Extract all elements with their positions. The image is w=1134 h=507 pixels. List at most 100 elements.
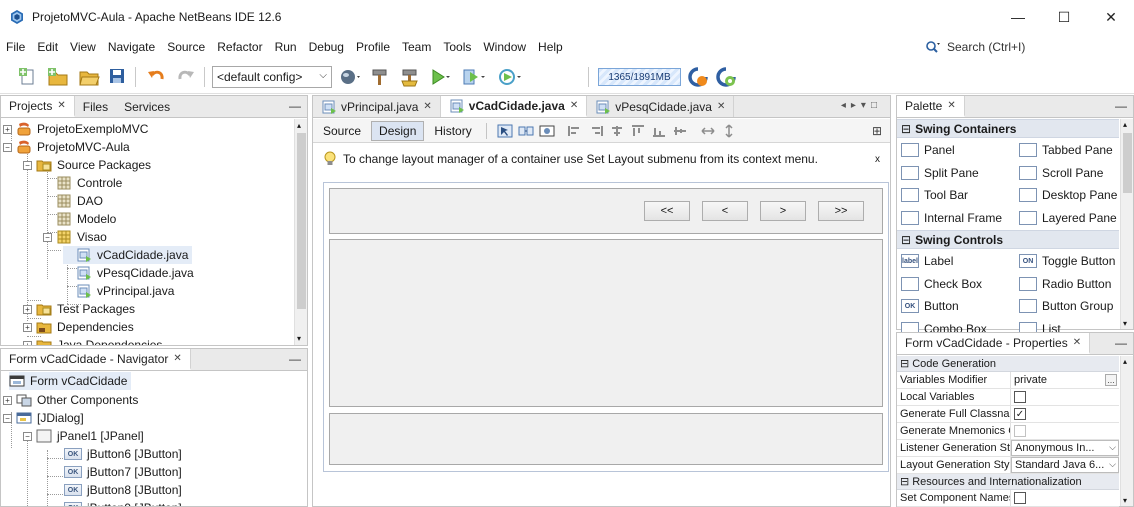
palette-item-toggle-button[interactable]: ON Toggle Button (1019, 250, 1115, 272)
palette-toggle-icon[interactable]: ⊞ (872, 124, 882, 138)
nav-item-jbutton6[interactable]: OK jButton6 [JButton] (51, 445, 182, 463)
previous-record-button[interactable]: < (702, 201, 748, 221)
property-generate-full-classnam[interactable]: Generate Full Classnam ✓ (897, 406, 1119, 423)
tree-item-vpesqcidade[interactable]: vPesqCidade.java (63, 264, 194, 282)
palette-item-split-pane[interactable]: Split Pane (901, 162, 979, 184)
expand-icon[interactable]: + (3, 124, 12, 134)
menu-view[interactable]: View (64, 40, 102, 54)
minimize-panel-button[interactable]: — (1115, 99, 1127, 113)
menu-run[interactable]: Run (269, 40, 303, 54)
close-tab-icon[interactable]: ✕ (423, 101, 431, 112)
tree-item-dependencies[interactable]: + Dependencies (23, 318, 134, 336)
tree-item-test-packages[interactable]: + Test Packages (23, 300, 135, 318)
config-selector[interactable]: <default config> ⌵ (212, 66, 332, 88)
expand-icon[interactable]: + (23, 340, 32, 345)
palette-item-scroll-pane[interactable]: Scroll Pane (1019, 162, 1103, 184)
menu-file[interactable]: File (0, 40, 31, 54)
tab-projects[interactable]: Projects ✕ (1, 96, 75, 117)
align-bottom-icon[interactable] (651, 124, 667, 138)
expand-icon[interactable]: + (23, 304, 32, 314)
property-value[interactable]: ✓ (1011, 406, 1119, 422)
property-value[interactable] (1011, 389, 1119, 405)
navigation-panel[interactable]: << < > >> (329, 188, 883, 234)
clean-and-build-button[interactable] (398, 65, 422, 89)
view-history-button[interactable]: History (426, 121, 479, 141)
edit-ellipsis-button[interactable]: … (1105, 374, 1117, 386)
maximize-button[interactable]: ☐ (1041, 0, 1087, 34)
checkbox-checked[interactable]: ✓ (1014, 408, 1026, 420)
property-local-variables[interactable]: Local Variables (897, 389, 1119, 406)
minimize-button[interactable]: — (995, 0, 1041, 34)
palette-section-swing-containers[interactable]: ⊟ Swing Containers (897, 119, 1119, 138)
actions-panel[interactable] (329, 413, 883, 465)
close-tab-icon[interactable]: ✕ (1073, 337, 1081, 348)
scroll-down-arrow-icon[interactable]: ▾ (1123, 319, 1127, 328)
property-value[interactable]: Anonymous In... ⌵ (1011, 440, 1119, 456)
editor-tab-vpesqcidade-java[interactable]: vPesqCidade.java ✕ (587, 96, 735, 117)
menu-navigate[interactable]: Navigate (102, 40, 161, 54)
palette-section-swing-controls[interactable]: ⊟ Swing Controls (897, 230, 1119, 249)
nav-item-other-components[interactable]: + Other Components (3, 391, 138, 409)
tree-item-projetoexemplomvc[interactable]: + ProjetoExemploMVC (3, 120, 148, 138)
tab-services[interactable]: Services (116, 96, 178, 117)
next-record-button[interactable]: > (760, 201, 806, 221)
menu-debug[interactable]: Debug (303, 40, 350, 54)
menu-profile[interactable]: Profile (350, 40, 396, 54)
nav-item-jpanel1[interactable]: − jPanel1 [JPanel] (23, 427, 144, 445)
checkbox[interactable] (1014, 391, 1026, 403)
tree-item-vcadcidade[interactable]: vCadCidade.java (63, 246, 193, 264)
collapse-icon[interactable]: − (3, 413, 12, 423)
property-value[interactable]: Standard Java 6... ⌵ (1011, 457, 1119, 473)
align-left-icon[interactable] (567, 124, 583, 138)
vertical-resize-icon[interactable] (721, 123, 737, 138)
first-record-button[interactable]: << (644, 201, 690, 221)
tree-item-vprincipal[interactable]: vPrincipal.java (63, 282, 174, 300)
last-record-button[interactable]: >> (818, 201, 864, 221)
property-generate-mnemonics-c[interactable]: Generate Mnemonics C (897, 423, 1119, 440)
center-horizontal-icon[interactable] (609, 124, 625, 138)
save-all-button[interactable] (106, 65, 130, 89)
minimize-panel-button[interactable]: — (289, 99, 301, 113)
close-tab-icon[interactable]: ✕ (947, 100, 955, 111)
run-button[interactable] (428, 65, 452, 89)
center-vertical-icon[interactable] (672, 124, 688, 138)
editor-tab-vcadcidade-java[interactable]: vCadCidade.java ✕ (440, 96, 588, 117)
palette-item-layered-pane[interactable]: Layered Pane (1019, 207, 1117, 229)
fields-panel[interactable] (329, 239, 883, 407)
profile-button[interactable] (498, 65, 522, 89)
memory-usage-indicator[interactable]: 1365/1891MB (598, 68, 681, 86)
collapse-icon[interactable]: − (23, 431, 32, 441)
close-tab-icon[interactable]: ✕ (570, 100, 578, 111)
new-file-button[interactable] (16, 65, 40, 89)
chevron-down-icon[interactable]: ⌵ (1109, 442, 1116, 453)
tab-properties[interactable]: Form vCadCidade - Properties ✕ (897, 333, 1091, 354)
projects-scroll-thumb[interactable] (297, 133, 306, 309)
close-window-button[interactable]: ✕ (1088, 0, 1134, 34)
menu-refactor[interactable]: Refactor (211, 40, 268, 54)
property-variables-modifier[interactable]: Variables Modifier private… (897, 372, 1119, 389)
menu-tools[interactable]: Tools (437, 40, 477, 54)
globe-button[interactable] (338, 65, 362, 89)
close-hint-button[interactable]: x (875, 154, 880, 165)
menu-team[interactable]: Team (396, 40, 437, 54)
palette-item-button[interactable]: OK Button (901, 295, 959, 317)
nav-item-form-vcadcidade[interactable]: Form vCadCidade (9, 372, 132, 390)
align-right-icon[interactable] (588, 124, 604, 138)
palette-item-desktop-pane[interactable]: Desktop Pane (1019, 184, 1117, 206)
menu-help[interactable]: Help (532, 40, 569, 54)
undo-button[interactable] (144, 65, 168, 89)
nav-item-jdialog[interactable]: − [JDialog] (3, 409, 84, 427)
palette-item-check-box[interactable]: Check Box (901, 273, 982, 295)
palette-scrollbar[interactable]: ▴ ▾ (1120, 119, 1133, 329)
editor-tab-controls[interactable]: ◂▸▾□ (841, 100, 882, 111)
close-tab-icon[interactable]: ✕ (173, 353, 181, 364)
tree-item-visao[interactable]: − Visao (43, 228, 107, 246)
close-tab-icon[interactable]: ✕ (717, 101, 725, 112)
connection-mode-icon[interactable] (518, 124, 534, 138)
selection-mode-icon[interactable] (497, 124, 513, 138)
tree-item-projetomvc-aula[interactable]: − ProjetoMVC-Aula (3, 138, 130, 156)
property-layout-generation-style[interactable]: Layout Generation Style Standard Java 6..… (897, 457, 1119, 474)
open-project-button[interactable] (77, 65, 101, 89)
property-section-code-generation[interactable]: ⊟ Code Generation (897, 356, 1119, 372)
property-section-resources-and-internationalization[interactable]: ⊟ Resources and Internationalization (897, 474, 1119, 490)
